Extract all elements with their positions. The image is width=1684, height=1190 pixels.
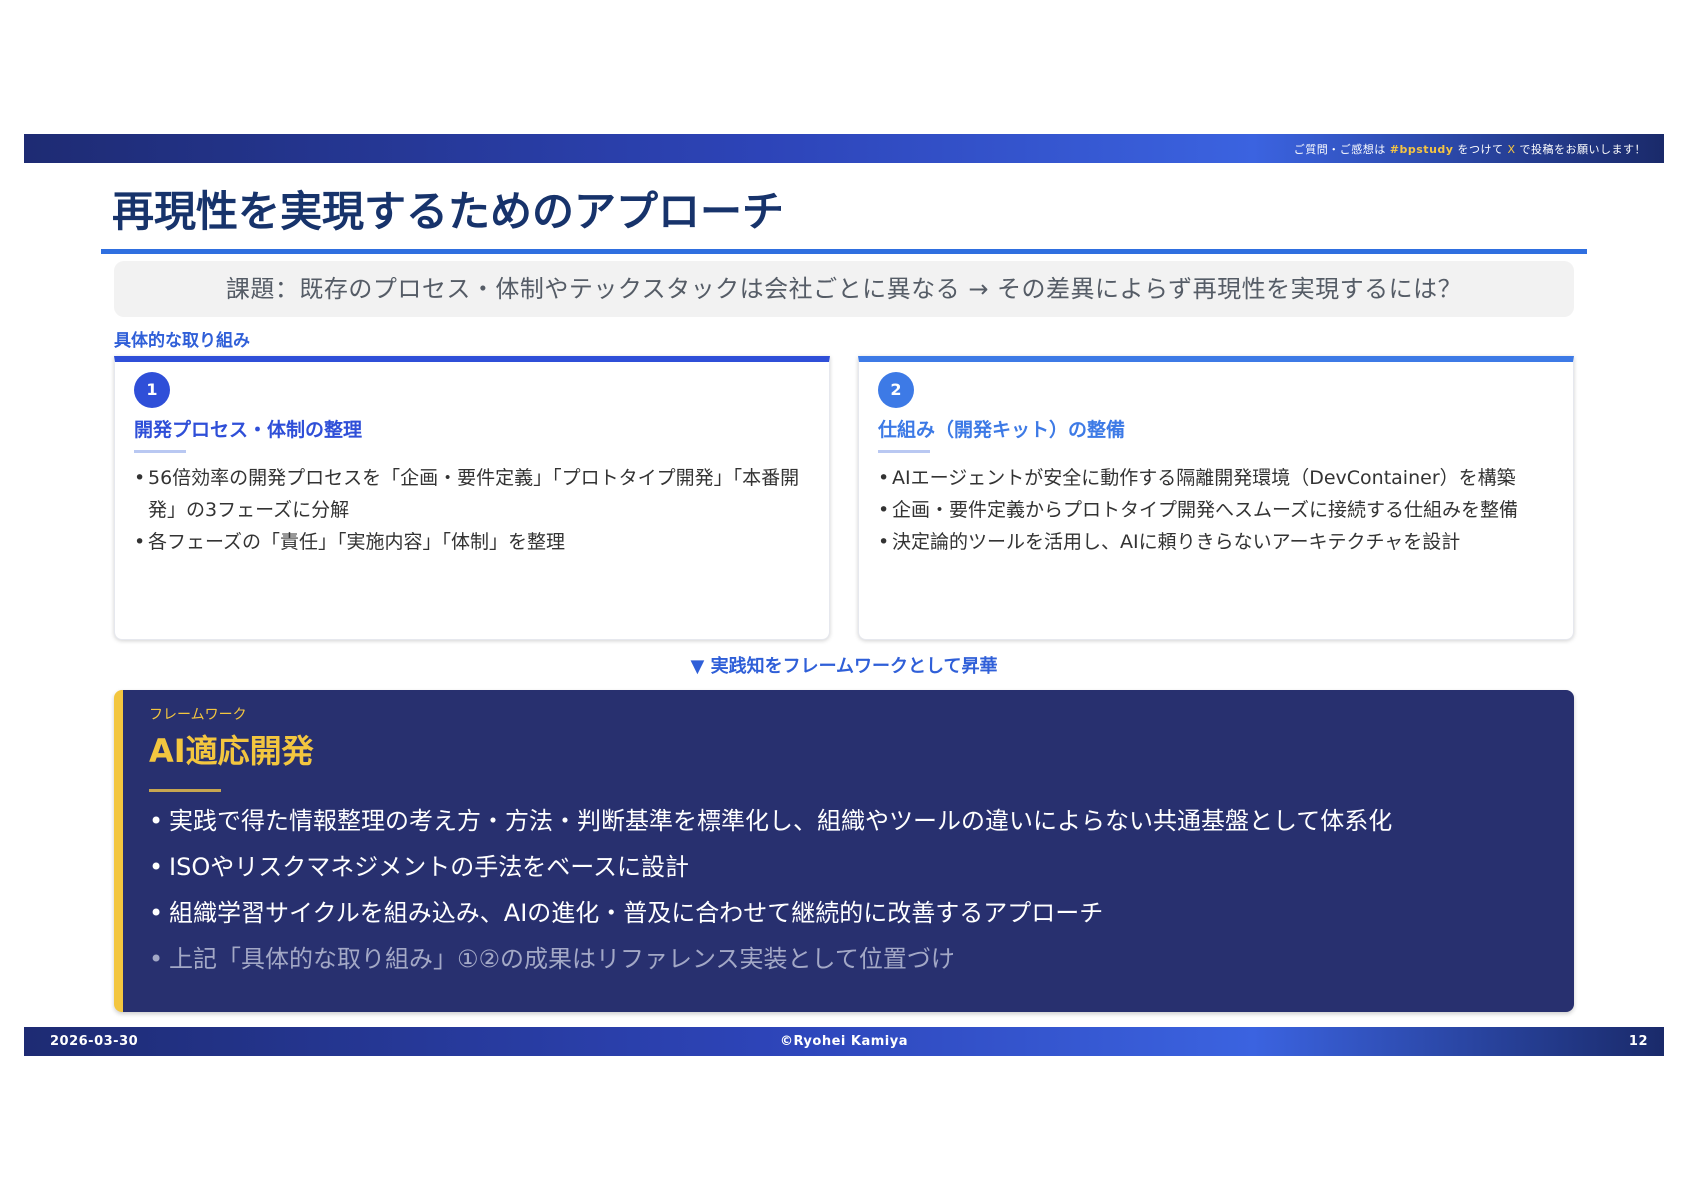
top-bar: ご質問・ご感想は #bpstudy をつけて X で投稿をお願いします！ <box>24 134 1664 163</box>
card-bullet-list: 56倍効率の開発プロセスを「企画・要件定義」「プロトタイプ開発」「本番開発」の3… <box>134 462 814 558</box>
card-bullet: 企画・要件定義からプロトタイプ開発へスムーズに接続する仕組みを整備 <box>878 494 1558 526</box>
issue-banner: 課題：既存のプロセス・体制やテックスタックは会社ごとに異なる → その差異によら… <box>114 261 1574 317</box>
framework-bullet-list: 実践で得た情報整理の考え方・方法・判断基準を標準化し、組織やツールの違いによらな… <box>149 798 1392 982</box>
notice-suffix: で投稿をお願いします！ <box>1519 143 1646 156</box>
notice-x: X <box>1507 143 1516 156</box>
notice-middle: をつけて <box>1457 143 1504 156</box>
card-bullet-list: AIエージェントが安全に動作する隔離開発環境（DevContainer）を構築 … <box>878 462 1558 558</box>
page-number: 12 <box>1628 1034 1648 1049</box>
page-title: 再現性を実現するためのアプローチ <box>112 187 785 236</box>
notice-prefix: ご質問・ご感想は <box>1293 143 1386 156</box>
framework-title: AI適応開発 <box>149 732 314 770</box>
bottom-bar: 2026-03-30 ©Ryohei Kamiya 12 <box>24 1027 1664 1056</box>
transition-arrow-text: ▼ 実践知をフレームワークとして昇華 <box>690 656 998 677</box>
approach-card-1: 1 開発プロセス・体制の整理 56倍効率の開発プロセスを「企画・要件定義」「プロ… <box>114 356 830 640</box>
card-title-underline <box>134 450 186 453</box>
card-bullet: 56倍効率の開発プロセスを「企画・要件定義」「プロトタイプ開発」「本番開発」の3… <box>134 462 814 526</box>
framework-title-underline <box>149 789 221 792</box>
card-number-badge: 1 <box>134 372 170 408</box>
card-title: 仕組み（開発キット）の整備 <box>878 419 1126 441</box>
card-bullet: 決定論的ツールを活用し、AIに頼りきらないアーキテクチャを設計 <box>878 526 1558 558</box>
notice-hashtag: #bpstudy <box>1389 143 1454 156</box>
section-label: 具体的な取り組み <box>114 331 250 351</box>
slide: ご質問・ご感想は #bpstudy をつけて X で投稿をお願いします！ 再現性… <box>24 134 1664 1056</box>
framework-label: フレームワーク <box>149 707 247 723</box>
card-number-badge: 2 <box>878 372 914 408</box>
approach-card-2: 2 仕組み（開発キット）の整備 AIエージェントが安全に動作する隔離開発環境（D… <box>858 356 1574 640</box>
framework-box: フレームワーク AI適応開発 実践で得た情報整理の考え方・方法・判断基準を標準化… <box>114 690 1574 1012</box>
card-title: 開発プロセス・体制の整理 <box>134 419 363 441</box>
title-underline <box>101 249 1587 254</box>
framework-bullet: ISOやリスクマネジメントの手法をベースに設計 <box>149 844 1392 890</box>
framework-bullet: 実践で得た情報整理の考え方・方法・判断基準を標準化し、組織やツールの違いによらな… <box>149 798 1392 844</box>
footer-copyright: ©Ryohei Kamiya <box>780 1034 908 1049</box>
header-notice: ご質問・ご感想は #bpstudy をつけて X で投稿をお願いします！ <box>1294 141 1646 157</box>
framework-bullet: 組織学習サイクルを組み込み、AIの進化・普及に合わせて継続的に改善するアプローチ <box>149 890 1392 936</box>
card-title-underline <box>878 450 930 453</box>
framework-bullet-note: 上記「具体的な取り組み」①②の成果はリファレンス実装として位置づけ <box>149 936 1392 982</box>
card-bullet: 各フェーズの「責任」「実施内容」「体制」を整理 <box>134 526 814 558</box>
card-bullet: AIエージェントが安全に動作する隔離開発環境（DevContainer）を構築 <box>878 462 1558 494</box>
